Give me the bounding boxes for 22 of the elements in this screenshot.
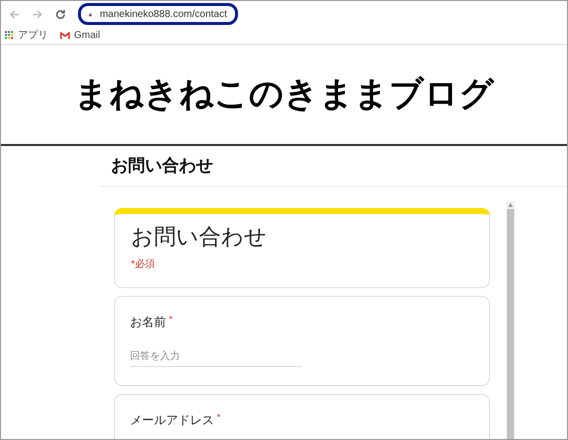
blog-title: まねきねこのきままブログ [74, 74, 494, 115]
apps-grid-icon [5, 31, 14, 40]
answer-field[interactable]: 回答を入力 [130, 347, 302, 367]
address-bar[interactable]: manekineko888.com/contact [78, 3, 238, 25]
lock-icon [89, 10, 92, 18]
form-title: お問い合わせ [131, 223, 268, 251]
page-heading: お問い合わせ [111, 155, 213, 178]
bookmark-item[interactable]: Gmail [60, 28, 100, 43]
question-label: お名前 [130, 314, 166, 331]
forward-arrow-icon[interactable] [32, 8, 43, 20]
scrollbar[interactable] [506, 201, 515, 439]
scroll-up-icon[interactable] [508, 203, 513, 207]
bookmark-item[interactable]: アプリ [5, 28, 48, 43]
scrollbar-thumb[interactable] [507, 209, 514, 439]
reload-icon[interactable] [55, 8, 66, 20]
mail-icon [60, 32, 70, 40]
url-text: manekineko888.com/contact [100, 8, 227, 22]
question-label: メールアドレス [130, 412, 214, 429]
required-asterisk: * [217, 411, 221, 424]
required-note: *必須 [131, 258, 156, 272]
required-asterisk: * [169, 313, 173, 326]
back-arrow-icon[interactable] [9, 8, 20, 20]
